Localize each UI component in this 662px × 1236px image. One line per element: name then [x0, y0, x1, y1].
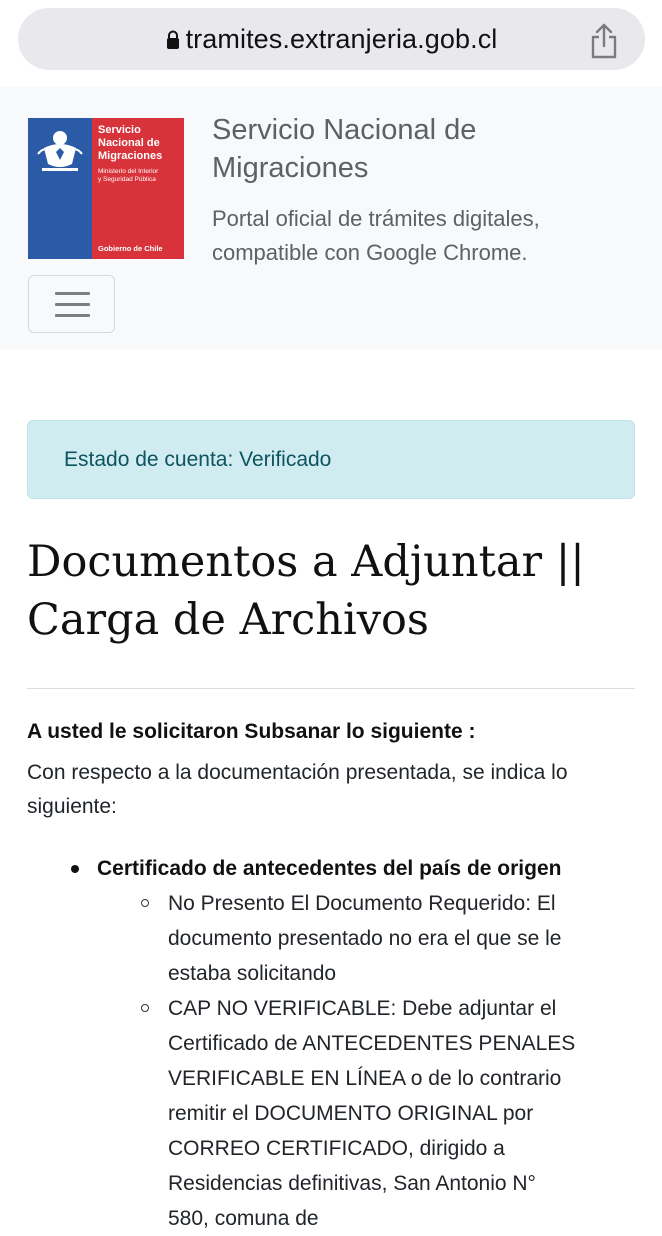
divider [27, 688, 635, 689]
site-header: Servicio Nacional de Migraciones Ministe… [0, 87, 662, 349]
share-icon[interactable] [589, 22, 619, 60]
logo-blue-panel [28, 118, 92, 259]
observation-list: No Presento El Documento Requerido: El d… [97, 886, 637, 1236]
document-list: Certificado de antecedentes del país de … [27, 852, 637, 1236]
account-status-text: Estado de cuenta: Verificado [64, 447, 332, 471]
observation-item: No Presento El Documento Requerido: El d… [97, 886, 568, 991]
logo-red-panel: Servicio Nacional de Migraciones Ministe… [92, 118, 184, 259]
site-title: Servicio Nacional de Migraciones [212, 114, 477, 184]
url-field[interactable]: tramites.extranjeria.gob.cl [18, 8, 645, 70]
site-subtitle: Portal oficial de trámites digitales, co… [212, 206, 540, 265]
coat-of-arms-icon [37, 131, 83, 171]
url-display: tramites.extranjeria.gob.cl [18, 8, 645, 70]
document-name: Certificado de antecedentes del país de … [97, 857, 562, 880]
account-status-alert: Estado de cuenta: Verificado [27, 420, 635, 499]
logo-title: Servicio Nacional de Migraciones [98, 124, 163, 162]
request-intro: Con respecto a la documentación presenta… [27, 761, 568, 818]
lock-icon [166, 30, 179, 49]
logo[interactable]: Servicio Nacional de Migraciones Ministe… [28, 118, 184, 259]
hamburger-icon [55, 292, 90, 295]
browser-address-bar: tramites.extranjeria.gob.cl [0, 0, 662, 87]
page-title: Documentos a Adjuntar || Carga de Archiv… [27, 537, 585, 645]
request-label: A usted le solicitaron Subsanar lo sigui… [27, 720, 476, 743]
list-item: Certificado de antecedentes del país de … [27, 852, 637, 1236]
hamburger-menu-button[interactable] [28, 275, 115, 333]
logo-ministry: Ministerio del Interior y Seguridad Públ… [98, 168, 159, 183]
url-text: tramites.extranjeria.gob.cl [185, 23, 498, 54]
logo-government: Gobierno de Chile [98, 244, 163, 253]
observation-item: CAP NO VERIFICABLE: Debe adjuntar el Cer… [97, 991, 578, 1236]
